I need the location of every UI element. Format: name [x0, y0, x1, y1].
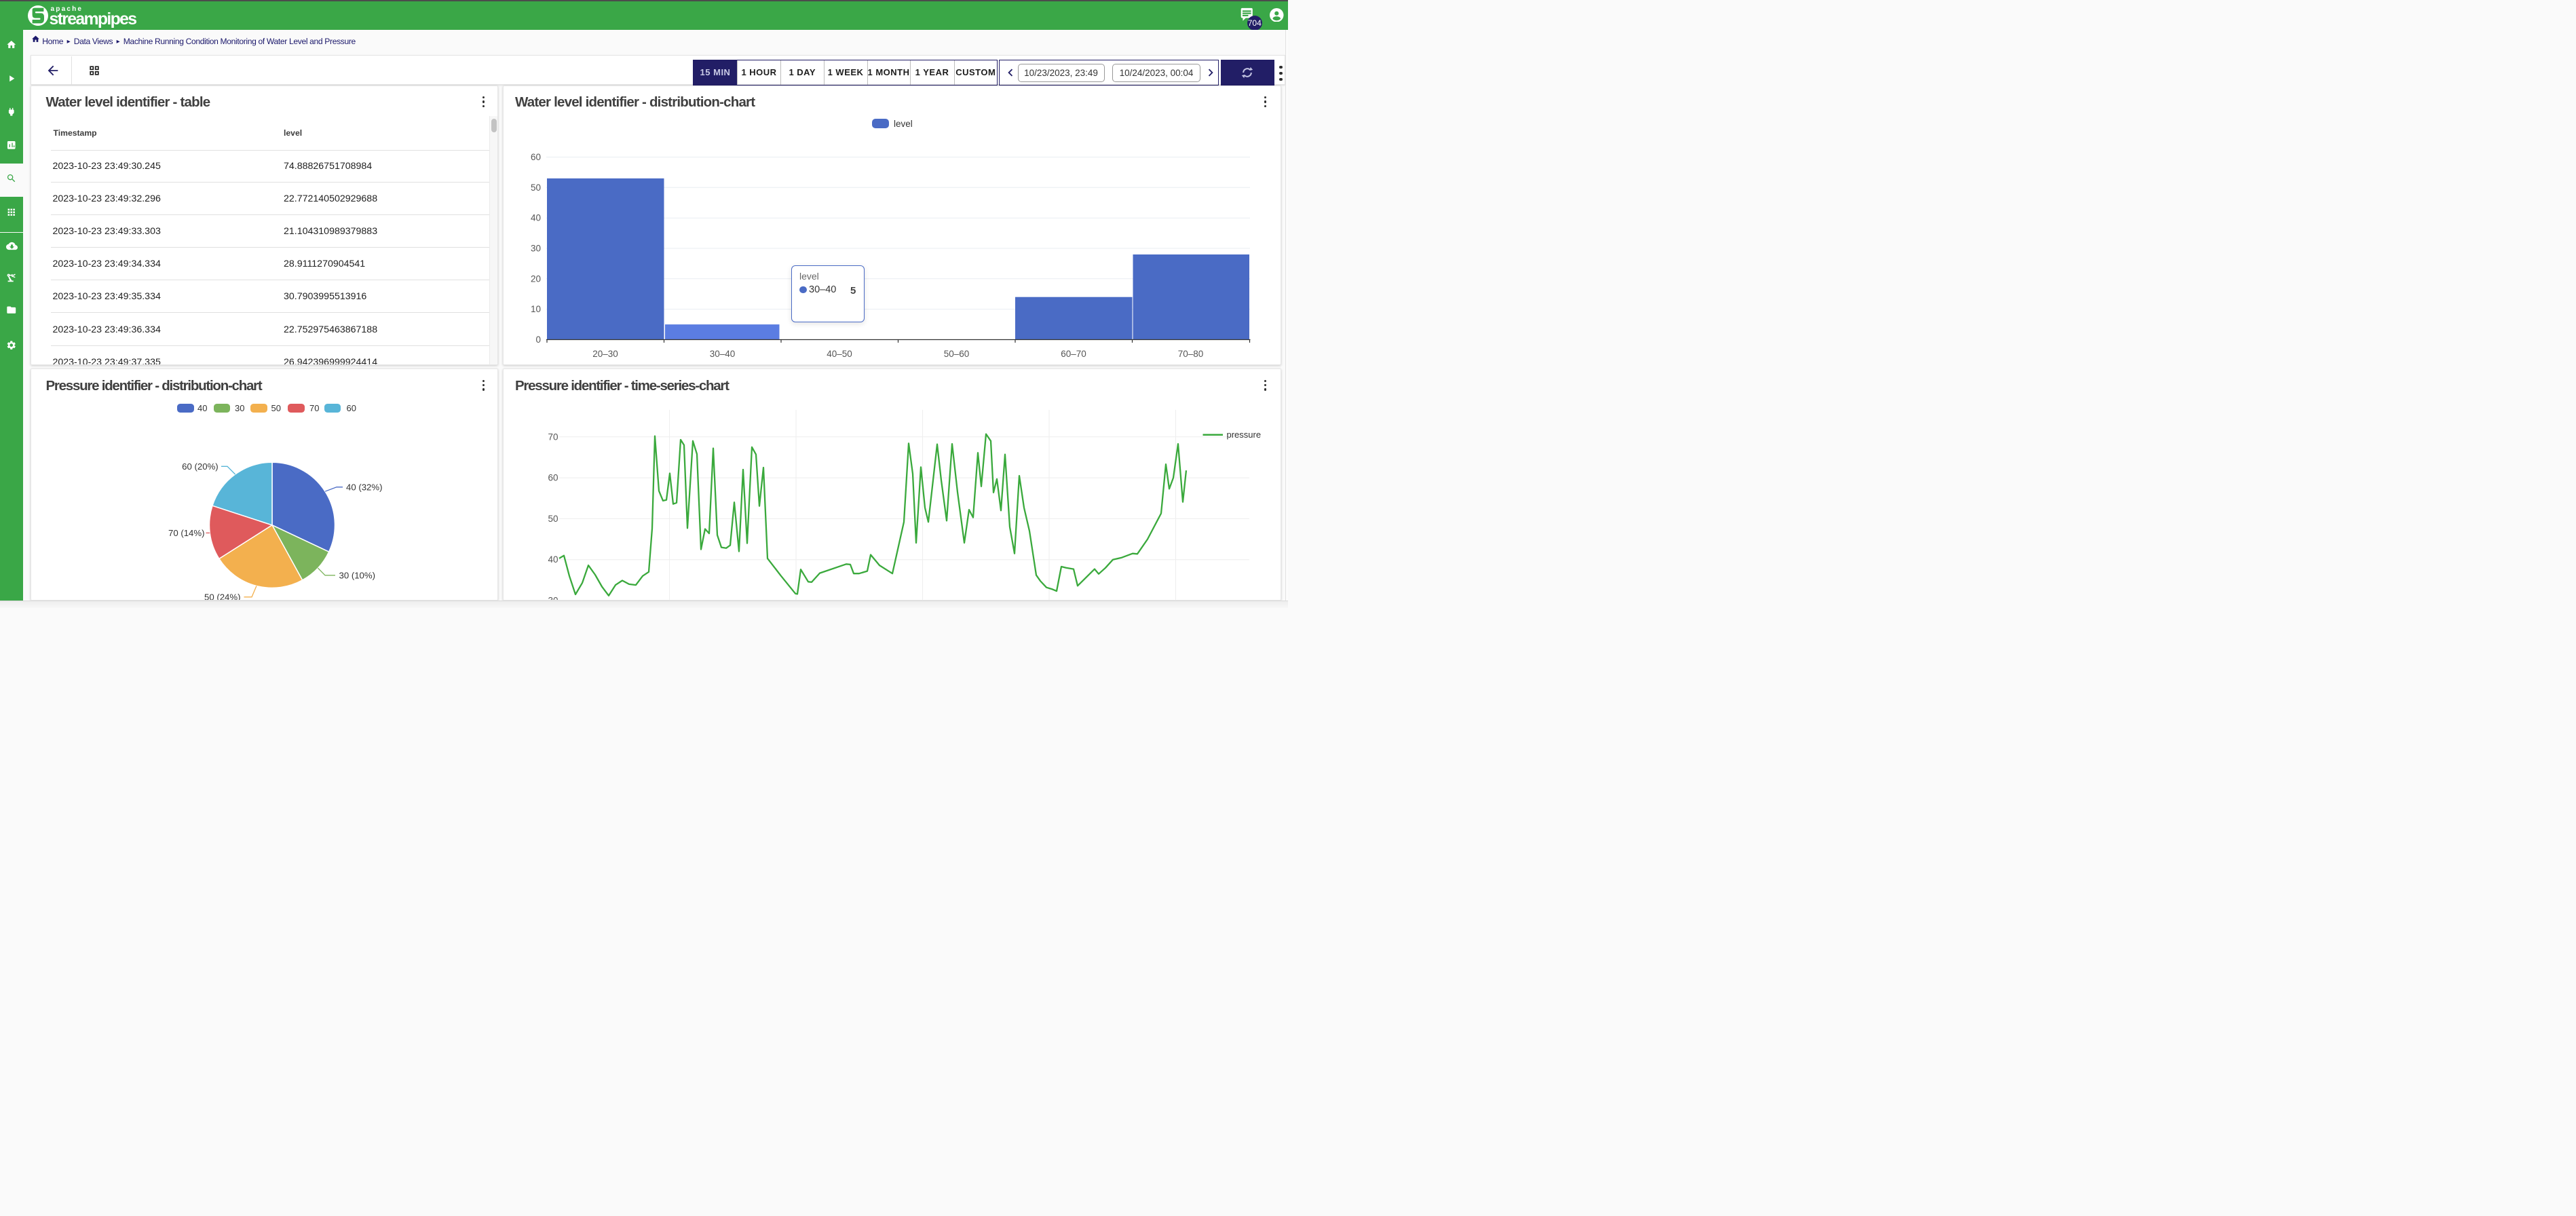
svg-text:30–40: 30–40: [710, 349, 736, 359]
svg-text:60 (20%): 60 (20%): [182, 461, 219, 472]
svg-text:50: 50: [548, 514, 558, 524]
svg-text:30: 30: [548, 596, 558, 601]
svg-text:50 (24%): 50 (24%): [204, 592, 241, 601]
svg-text:50: 50: [531, 182, 541, 192]
svg-text:0: 0: [535, 335, 541, 345]
svg-text:40: 40: [531, 212, 541, 223]
svg-text:10: 10: [531, 304, 541, 314]
svg-text:60: 60: [531, 152, 541, 162]
svg-text:40–50: 40–50: [827, 349, 852, 359]
svg-text:40: 40: [548, 554, 558, 565]
svg-text:50–60: 50–60: [944, 349, 970, 359]
svg-text:20–30: 20–30: [592, 349, 618, 359]
svg-text:40 (32%): 40 (32%): [346, 482, 383, 493]
svg-text:60–70: 60–70: [1061, 349, 1086, 359]
svg-text:70–80: 70–80: [1178, 349, 1204, 359]
svg-text:60: 60: [548, 473, 558, 483]
svg-text:pressure: pressure: [1227, 430, 1262, 440]
svg-text:30 (10%): 30 (10%): [339, 571, 376, 581]
svg-text:70: 70: [548, 432, 558, 442]
svg-text:20: 20: [531, 273, 541, 284]
svg-text:30: 30: [531, 243, 541, 253]
svg-text:70 (14%): 70 (14%): [168, 528, 205, 538]
